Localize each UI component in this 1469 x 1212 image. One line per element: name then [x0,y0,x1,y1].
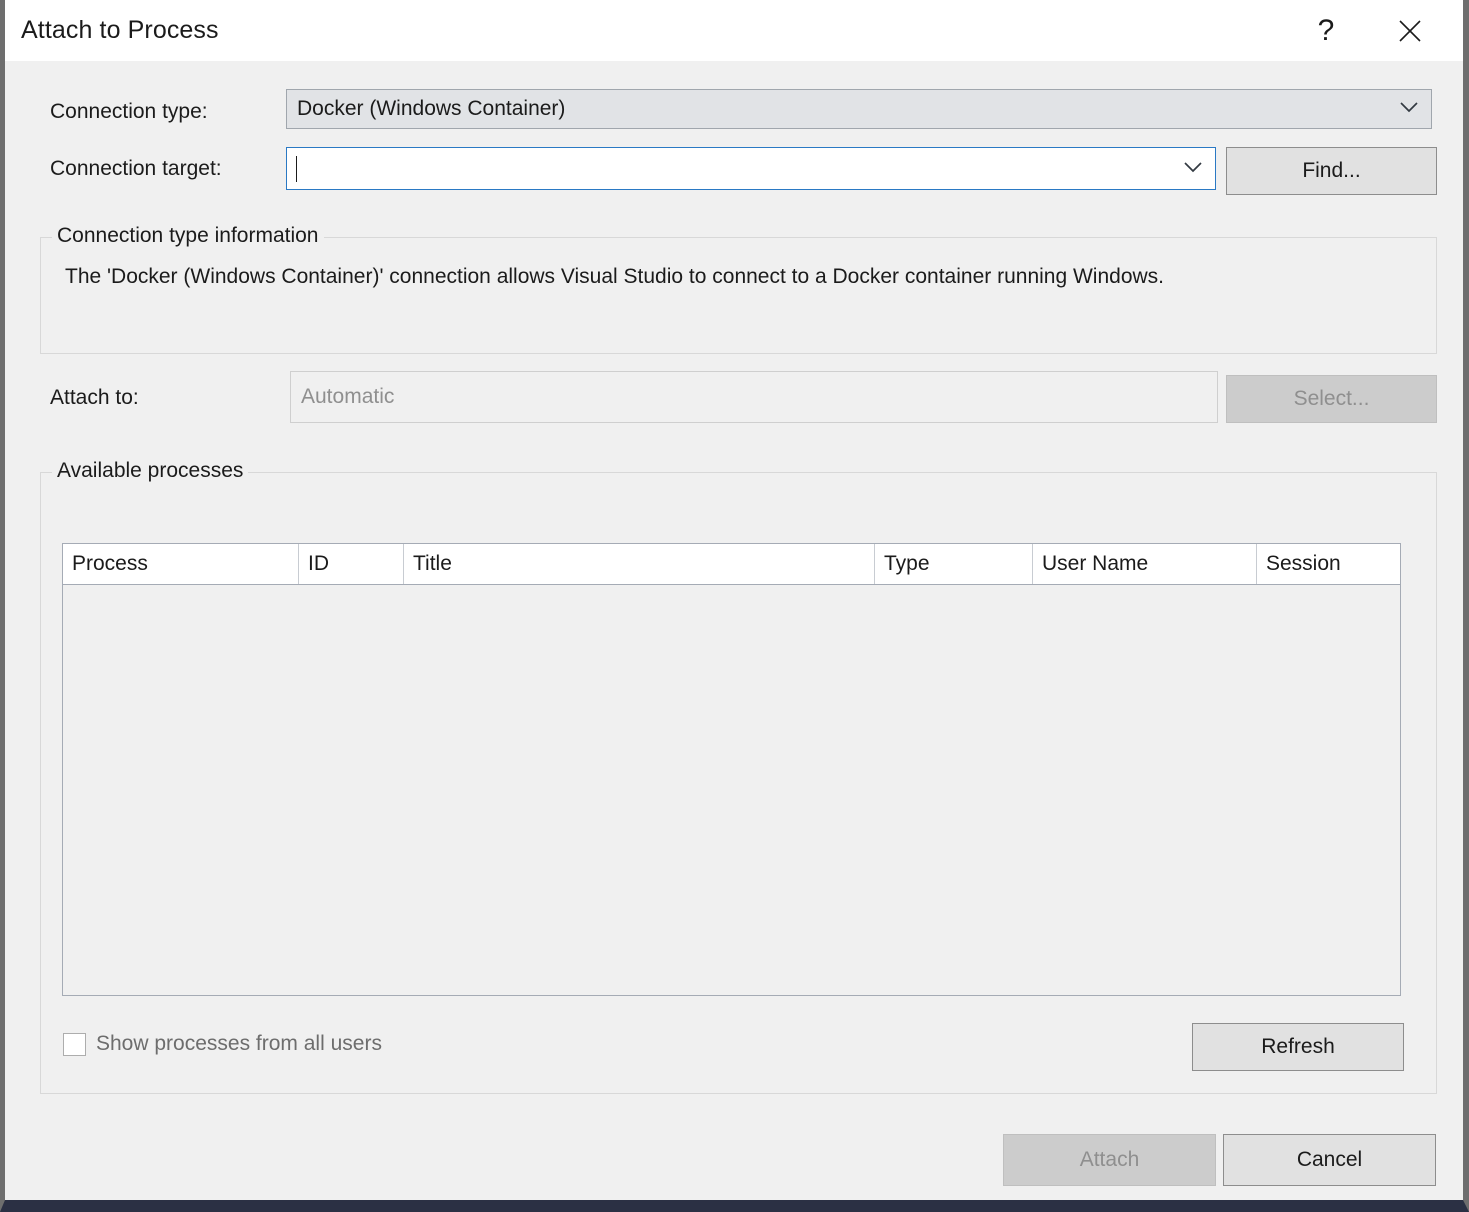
attach-to-value-field: Automatic [290,371,1218,423]
refresh-button[interactable]: Refresh [1192,1023,1404,1071]
chevron-down-icon[interactable] [1183,160,1203,178]
close-icon [1397,18,1423,44]
connection-type-information-group: Connection type information The 'Docker … [40,237,1437,354]
title-bar: Attach to Process ? [5,0,1463,61]
available-processes-group: Available processes Filter processes [40,472,1437,1094]
available-processes-legend: Available processes [52,459,248,483]
process-table-header: Process ID Title Type User Name Session [63,544,1400,585]
connection-info-description: The 'Docker (Windows Container)' connect… [65,265,1164,289]
column-header-title[interactable]: Title [404,544,875,584]
column-header-user-name[interactable]: User Name [1033,544,1257,584]
connection-type-dropdown[interactable]: Docker (Windows Container) [286,89,1432,129]
cancel-button[interactable]: Cancel [1223,1134,1436,1186]
connection-type-value: Docker (Windows Container) [297,97,565,121]
close-button[interactable] [1379,0,1441,61]
connection-target-input[interactable] [286,147,1216,190]
column-header-session[interactable]: Session [1257,544,1400,584]
find-button[interactable]: Find... [1226,147,1437,195]
show-all-users-label: Show processes from all users [96,1032,382,1056]
column-header-id[interactable]: ID [299,544,404,584]
attach-to-value: Automatic [301,385,394,409]
attach-button[interactable]: Attach [1003,1134,1216,1186]
column-header-type[interactable]: Type [875,544,1033,584]
connection-type-label: Connection type: [50,100,208,124]
text-caret [296,156,297,182]
page-title: Attach to Process [21,16,219,45]
dialog-content: Connection type: Docker (Windows Contain… [5,61,1463,1200]
attach-to-label: Attach to: [50,386,139,410]
column-header-process[interactable]: Process [63,544,299,584]
process-table-body[interactable] [63,585,1400,996]
chevron-down-icon [1399,100,1419,118]
connection-target-label: Connection target: [50,157,222,181]
show-processes-from-all-users-row[interactable]: Show processes from all users [63,1032,382,1056]
connection-info-legend: Connection type information [52,224,324,248]
show-all-users-checkbox[interactable] [63,1033,86,1056]
process-list-table[interactable]: Process ID Title Type User Name Session [62,543,1401,996]
question-mark-icon: ? [1318,14,1335,48]
help-button[interactable]: ? [1295,0,1357,61]
select-button[interactable]: Select... [1226,375,1437,423]
attach-to-process-dialog: Attach to Process ? Connection type: Doc… [0,0,1469,1212]
